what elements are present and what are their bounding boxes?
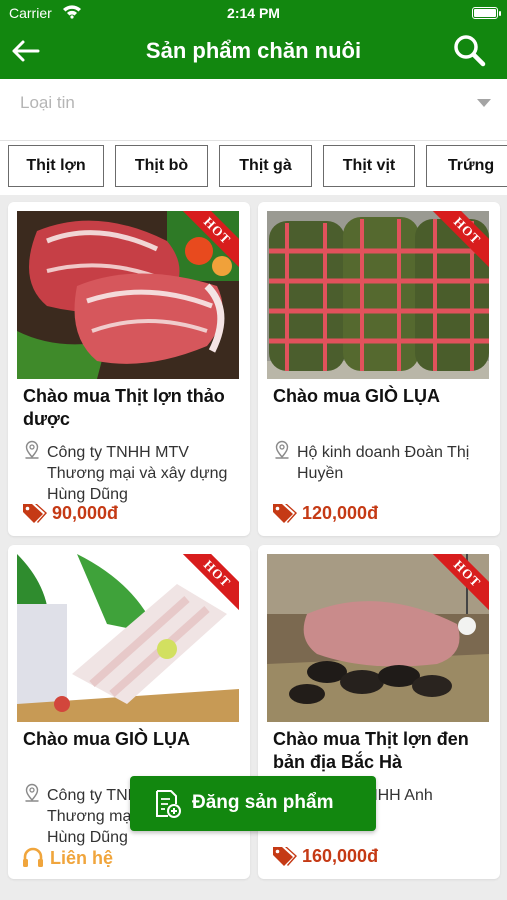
chip-thit-vit[interactable]: Thịt vịt (323, 145, 415, 187)
location-pin-icon (25, 783, 39, 802)
product-image-pork: HOT (17, 211, 239, 379)
post-product-button[interactable]: Đăng sản phẩm (130, 776, 376, 831)
status-bar: Carrier 2:14 PM (0, 0, 507, 28)
price-value: 160,000đ (302, 846, 379, 866)
chip-thit-ga[interactable]: Thịt gà (219, 145, 312, 187)
product-title: Chào mua Thịt lợn đen bản địa Bắc Hà (273, 729, 469, 772)
type-dropdown[interactable]: Loại tin (0, 79, 507, 141)
search-icon[interactable] (449, 31, 489, 71)
caret-down-icon (477, 99, 491, 107)
chip-thit-bo[interactable]: Thịt bò (115, 145, 208, 187)
page-title: Sản phẩm chăn nuôi (145, 38, 362, 63)
product-image-gio-lua: HOT (267, 211, 489, 379)
location-pin-icon (25, 440, 39, 459)
type-dropdown-placeholder: Loại tin (20, 93, 75, 112)
status-time: 2:14 PM (227, 5, 280, 21)
product-company: Hộ kinh doanh Đoàn Thị Huyền (297, 444, 470, 482)
price-value: 90,000đ (52, 503, 119, 523)
product-image-black-pigs: HOT (267, 554, 489, 722)
app-header: Carrier 2:14 PM Sản phẩm chăn nuôi (0, 0, 507, 79)
product-title: Chào mua Thịt lợn thảo dược (23, 386, 225, 429)
post-product-label: Đăng sản phẩm (192, 792, 334, 813)
price-tag-icon (273, 847, 297, 866)
contact-label: Liên hệ (50, 848, 114, 868)
chip-thit-lon[interactable]: Thịt lợn (8, 145, 104, 187)
product-company: Công ty TNHH MTV Thương mại và xây dựng … (47, 444, 228, 503)
product-title: Chào mua GIÒ LỤA (273, 386, 441, 406)
price-tag-icon (273, 504, 297, 523)
location-pin-icon (275, 440, 289, 459)
price-value: 120,000đ (302, 503, 379, 523)
product-title: Chào mua GIÒ LỤA (23, 729, 191, 749)
product-card[interactable]: HOT Chào mua GIÒ LỤA Hộ kinh doanh Đoàn … (258, 202, 500, 536)
price-tag-icon (23, 504, 47, 523)
headset-icon (23, 847, 43, 867)
chip-trung[interactable]: Trứng (426, 145, 507, 187)
product-image-gio-lua: HOT (17, 554, 239, 722)
add-document-icon (156, 790, 181, 818)
product-card[interactable]: HOT Chào mua Thịt lợn thảo dược Công ty … (8, 202, 250, 536)
battery-icon (472, 7, 501, 19)
category-chips: Thịt lợn Thịt bò Thịt gà Thịt vịt Trứng (0, 141, 507, 195)
